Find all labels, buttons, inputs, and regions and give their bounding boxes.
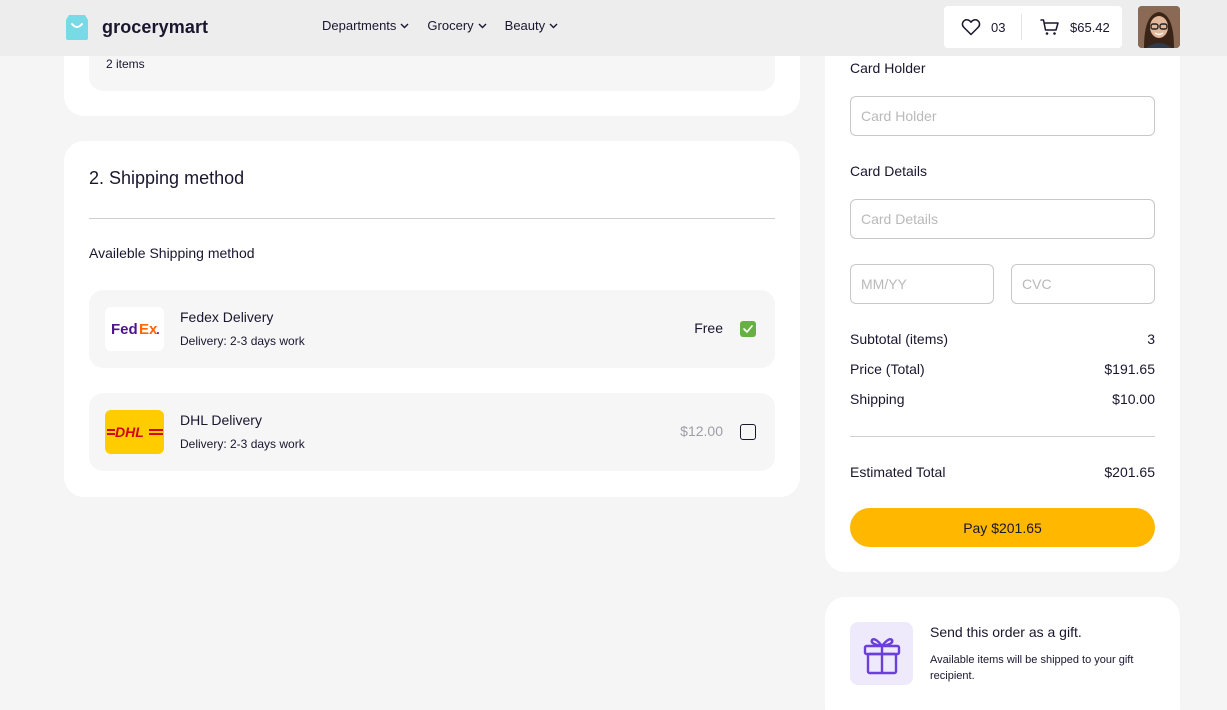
heart-icon xyxy=(961,19,981,36)
card-details-input[interactable] xyxy=(850,199,1155,239)
shipping-method-card: 2. Shipping method Availeble Shipping me… xyxy=(64,141,800,497)
gift-icon-container xyxy=(850,622,913,685)
avatar[interactable] xyxy=(1138,6,1180,48)
divider xyxy=(89,218,775,219)
shipping-option-delivery: Delivery: 2-3 days work xyxy=(180,437,305,451)
cart-total: $65.42 xyxy=(1070,19,1110,35)
shipping-option-name: Fedex Delivery xyxy=(180,309,274,325)
summary-label: Subtotal (items) xyxy=(850,331,949,347)
shipping-checkbox-checked[interactable] xyxy=(740,321,756,337)
summary-row-price: Price (Total) $191.65 xyxy=(850,361,1155,377)
nav-departments-label: Departments xyxy=(322,18,397,33)
payment-card: Card Holder Card Details Subtotal (items… xyxy=(825,30,1180,572)
summary-label: Shipping xyxy=(850,391,905,407)
main-nav: Departments Grocery Beauty xyxy=(322,18,558,33)
fedex-logo: Fed Ex xyxy=(105,307,164,351)
nav-beauty-label: Beauty xyxy=(504,18,546,33)
items-count: 2 items xyxy=(106,57,145,71)
summary-value: 3 xyxy=(1147,331,1155,347)
shipping-title: 2. Shipping method xyxy=(89,168,245,188)
user-photo xyxy=(1138,6,1180,48)
cvc-input[interactable] xyxy=(1011,264,1155,304)
nav-grocery[interactable]: Grocery xyxy=(427,18,487,33)
top-header: grocerymart Departments Grocery Beauty 0… xyxy=(0,0,1227,56)
summary-row-shipping: Shipping $10.00 xyxy=(850,391,1155,407)
chevron-down-icon xyxy=(400,23,409,28)
dhl-logo: DHL xyxy=(105,410,164,454)
gift-icon xyxy=(863,637,900,674)
pay-button[interactable]: Pay $201.65 xyxy=(850,508,1155,547)
dhl-logo-image: DHL xyxy=(106,424,163,440)
gift-description: Available items will be shipped to your … xyxy=(930,654,1134,682)
gift-card[interactable]: Send this order as a gift. Available ite… xyxy=(825,597,1180,710)
shipping-option-fedex[interactable]: Fed Ex Fedex Delivery Delivery: 2-3 days… xyxy=(89,290,775,368)
fedex-logo-image: Fed Ex xyxy=(111,321,159,338)
brand-name: grocerymart xyxy=(102,16,209,37)
divider xyxy=(850,436,1155,437)
summary-label: Price (Total) xyxy=(850,361,925,377)
wishlist-count: 03 xyxy=(991,19,1006,35)
card-holder-label: Card Holder xyxy=(850,60,926,76)
summary-row-subtotal: Subtotal (items) 3 xyxy=(850,331,1155,347)
brand-logo[interactable]: grocerymart xyxy=(64,13,208,41)
svg-text:Ex: Ex xyxy=(139,321,158,338)
shipping-option-delivery: Delivery: 2-3 days work xyxy=(180,334,305,348)
shopping-bag-icon xyxy=(66,15,88,40)
nav-beauty[interactable]: Beauty xyxy=(505,18,558,33)
check-icon xyxy=(743,325,753,333)
summary-row-estimated-total: Estimated Total $201.65 xyxy=(850,464,1155,480)
shipping-option-dhl[interactable]: DHL DHL Delivery Delivery: 2-3 days work… xyxy=(89,393,775,471)
chevron-down-icon xyxy=(549,23,558,28)
summary-value: $10.00 xyxy=(1112,391,1155,407)
svg-text:Fed: Fed xyxy=(111,321,138,338)
cart-icon xyxy=(1040,19,1059,35)
estimated-total-label: Estimated Total xyxy=(850,464,946,480)
shipping-option-name: DHL Delivery xyxy=(180,412,262,428)
svg-text:DHL: DHL xyxy=(115,424,144,440)
shipping-subtitle: Availeble Shipping method xyxy=(89,245,255,261)
shipping-option-price: $12.00 xyxy=(680,423,723,439)
card-details-label: Card Details xyxy=(850,163,928,179)
gift-title: Send this order as a gift. xyxy=(930,624,1082,640)
nav-departments[interactable]: Departments xyxy=(322,18,409,33)
header-actions: 03 $65.42 xyxy=(944,6,1122,48)
card-holder-input[interactable] xyxy=(850,96,1155,136)
cart-button[interactable]: $65.42 xyxy=(1022,18,1110,36)
estimated-total-value: $201.65 xyxy=(1104,464,1155,480)
nav-grocery-label: Grocery xyxy=(427,18,474,33)
shipping-option-price: Free xyxy=(694,320,723,336)
chevron-down-icon xyxy=(478,23,487,28)
shipping-checkbox-unchecked[interactable] xyxy=(740,424,756,440)
wishlist-button[interactable]: 03 xyxy=(944,18,1021,36)
summary-value: $191.65 xyxy=(1104,361,1155,377)
expiry-input[interactable] xyxy=(850,264,994,304)
